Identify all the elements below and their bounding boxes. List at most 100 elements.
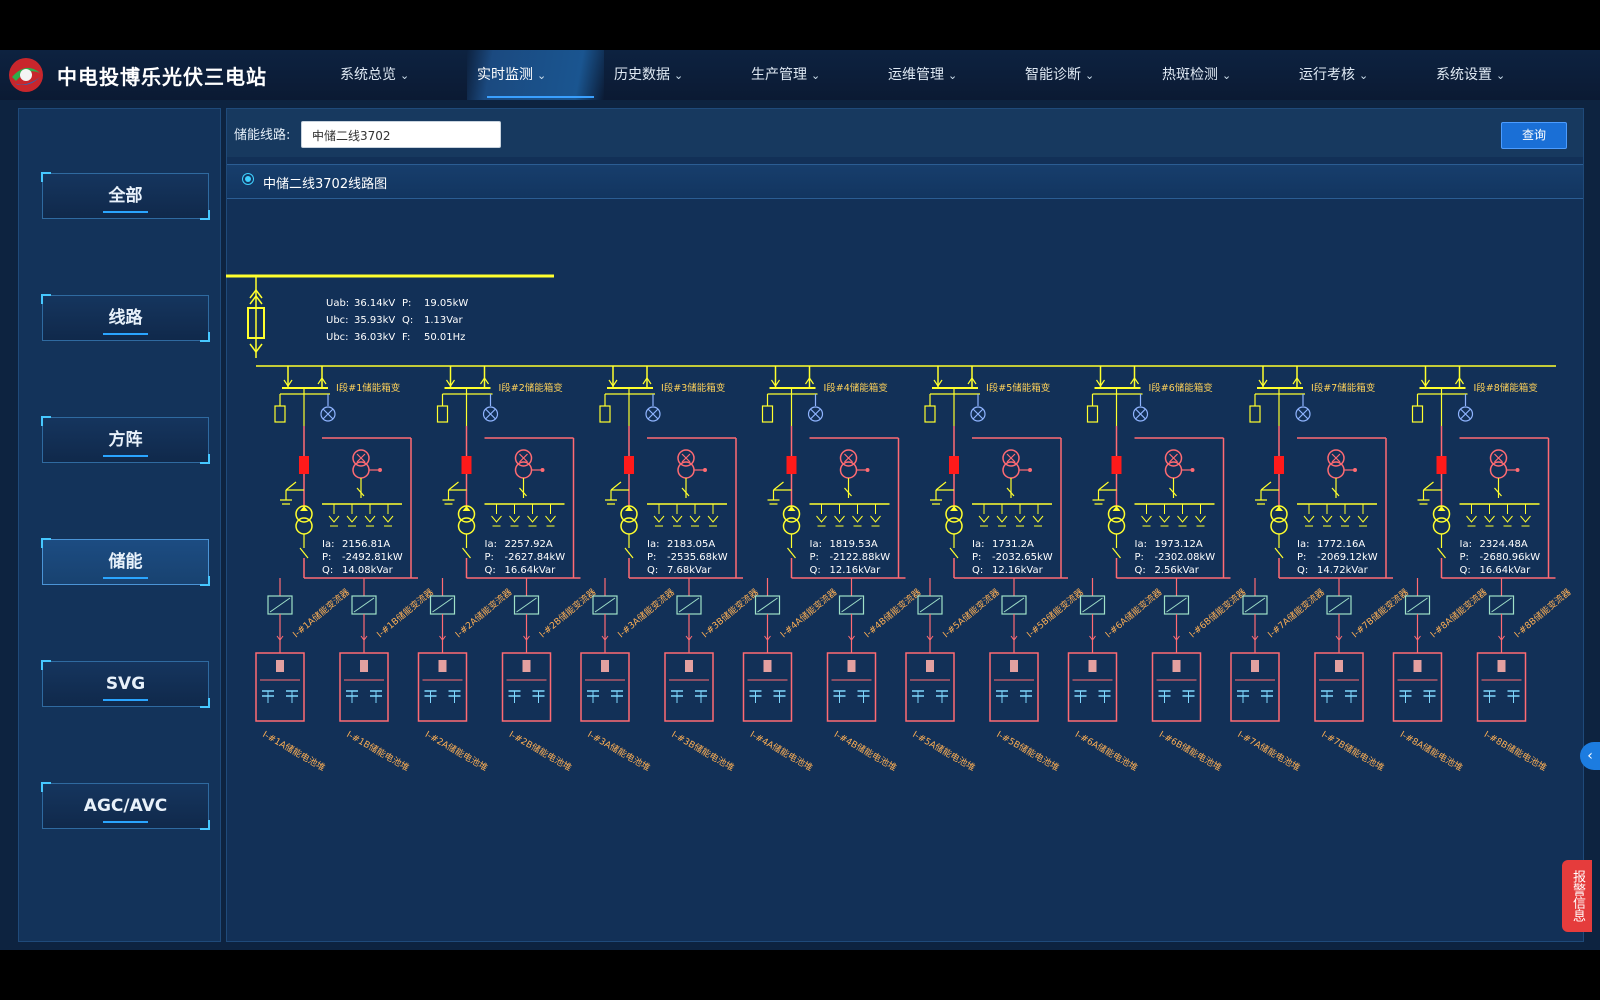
main-meter-value: 36.14kV bbox=[354, 298, 395, 309]
storage-unit-diagram: I段#1储能箱变 Ia: 2156.81A P: -2492.81kW Q: 14.08kV… bbox=[255, 366, 436, 774]
meter-key: P: bbox=[322, 552, 331, 563]
meter-key: P: bbox=[647, 552, 656, 563]
meter-key: Ia: bbox=[810, 539, 822, 550]
q-value: 16.64kVar bbox=[1480, 565, 1532, 576]
transformer-icon bbox=[1270, 517, 1288, 535]
load-icon bbox=[1032, 515, 1044, 527]
meter-key: P: bbox=[1297, 552, 1306, 563]
sidebar-button[interactable]: SVG bbox=[41, 660, 210, 708]
pcs-label: I-#1B储能变流器 bbox=[374, 586, 436, 640]
aux-transformer-icon bbox=[839, 461, 858, 479]
aux-transformer-icon bbox=[1331, 453, 1341, 463]
top-nav-bar: 中电投博乐光伏三电站 系统总览 ⌄ 实时监测 ⌄ 历史数据 ⌄ 生产管理 ⌄ 运维管理 ⌄ 智能诊断… bbox=[0, 50, 1600, 101]
nav-item[interactable]: 智能诊断 ⌄ bbox=[1015, 50, 1152, 100]
battery-label: I-#3A储能电池堆 bbox=[586, 728, 653, 774]
main-nav: 系统总览 ⌄ 实时监测 ⌄ 历史数据 ⌄ 生产管理 ⌄ 运维管理 ⌄ 智能诊断 ⌄ 热斑检测 ⌄ 运行考核 ⌄… bbox=[330, 50, 1563, 100]
nav-item[interactable]: 历史数据 ⌄ bbox=[604, 50, 741, 100]
sidebar-button[interactable]: 储能 bbox=[41, 538, 210, 586]
sidebar-button[interactable]: 方阵 bbox=[41, 416, 210, 464]
sidebar-button[interactable]: 线路 bbox=[41, 294, 210, 342]
pcs-label: I-#2B储能变流器 bbox=[537, 586, 599, 640]
aux-transformer-icon bbox=[1327, 461, 1345, 479]
aux-transformer-icon bbox=[1494, 453, 1503, 463]
load-icon bbox=[1177, 515, 1188, 527]
pcs-icon bbox=[594, 597, 616, 613]
terminal-icon bbox=[540, 468, 545, 472]
storage-unit-diagram: I段#6储能箱变 Ia: 1973.12A P: -2302.08kW Q: 2.56kVa… bbox=[1067, 366, 1248, 774]
ia-value: 2183.05A bbox=[667, 539, 715, 550]
transformer-icon bbox=[1107, 517, 1126, 535]
app-title: 中电投博乐光伏三电站 bbox=[57, 65, 267, 89]
pcs-icon bbox=[1491, 597, 1512, 613]
battery-label: I-#7B储能电池堆 bbox=[1320, 728, 1387, 774]
switch-icon bbox=[1112, 547, 1121, 559]
transformer-icon bbox=[782, 517, 801, 535]
terminal-icon bbox=[865, 468, 870, 472]
battery-disconnect-icon bbox=[926, 660, 934, 672]
p-value: -2680.96kW bbox=[1480, 552, 1541, 563]
arrester-icon bbox=[810, 408, 821, 420]
earth-switch-icon bbox=[605, 481, 622, 505]
nav-item[interactable]: 热斑检测 ⌄ bbox=[1152, 50, 1289, 100]
earth-switch-icon bbox=[930, 481, 947, 505]
nav-item[interactable]: 生产管理 ⌄ bbox=[741, 50, 878, 100]
chevron-down-icon: ⌄ bbox=[1359, 69, 1369, 82]
battery-label: I-#8A储能电池堆 bbox=[1398, 728, 1465, 774]
ia-value: 1731.2A bbox=[992, 539, 1034, 550]
aux-transformer-icon bbox=[1489, 461, 1508, 479]
terminal-icon bbox=[703, 468, 707, 472]
meter-key: Ia: bbox=[485, 539, 497, 550]
main-meter-value: 50.01Hz bbox=[424, 332, 465, 343]
collapse-panel-button[interactable]: ‹ bbox=[1580, 742, 1600, 770]
ia-value: 2156.81A bbox=[342, 539, 390, 550]
transformer-name: I段#2储能箱变 bbox=[499, 382, 564, 394]
nav-item[interactable]: 系统设置 ⌄ bbox=[1426, 50, 1563, 100]
transformer-name: I段#8储能箱变 bbox=[1474, 382, 1539, 394]
sidebar-button[interactable]: 全部 bbox=[41, 172, 210, 220]
load-icon bbox=[1357, 515, 1369, 527]
pcs-icon bbox=[1328, 597, 1350, 613]
pcs-icon bbox=[353, 597, 375, 613]
nav-item[interactable]: 运维管理 ⌄ bbox=[878, 50, 1015, 100]
main-meter-key: F: bbox=[402, 332, 410, 343]
alarm-info-tab[interactable]: 报警信息 bbox=[1562, 860, 1592, 932]
nav-item[interactable]: 系统总览 ⌄ bbox=[330, 50, 467, 100]
arrester-icon bbox=[322, 408, 334, 420]
nav-item[interactable]: 运行考核 ⌄ bbox=[1289, 50, 1426, 100]
load-icon bbox=[1502, 515, 1513, 527]
load-icon bbox=[653, 515, 665, 527]
battery-disconnect-icon bbox=[1413, 660, 1422, 672]
load-icon bbox=[491, 515, 502, 527]
pcs-label: I-#8B储能变流器 bbox=[1512, 586, 1574, 640]
switch-icon bbox=[1274, 547, 1284, 559]
transformer-name: I段#1储能箱变 bbox=[336, 382, 401, 394]
ia-value: 2257.92A bbox=[505, 539, 553, 550]
chevron-down-icon: ⌄ bbox=[400, 69, 410, 82]
battery-label: I-#2B储能电池堆 bbox=[507, 728, 574, 774]
storage-unit-diagram: I段#2储能箱变 Ia: 2257.92A P: -2627.84kW Q: 16.64kV… bbox=[417, 366, 599, 774]
switch-icon bbox=[462, 547, 471, 559]
terminal-icon bbox=[378, 468, 382, 472]
chevron-down-icon: ⌄ bbox=[537, 69, 547, 82]
load-icon bbox=[1014, 515, 1026, 527]
breaker-icon bbox=[786, 456, 797, 474]
nav-item-label: 实时监测 bbox=[477, 67, 533, 83]
arrester-icon bbox=[1460, 408, 1471, 420]
meter-key: Q: bbox=[485, 565, 496, 576]
nav-item[interactable]: 实时监测 ⌄ bbox=[467, 50, 604, 100]
nav-item-label: 历史数据 bbox=[614, 67, 670, 83]
aux-transformer-icon bbox=[514, 461, 533, 479]
pcs-icon bbox=[919, 597, 941, 613]
switch-icon bbox=[787, 547, 796, 559]
nav-item-label: 运维管理 bbox=[888, 67, 944, 83]
load-icon bbox=[996, 515, 1008, 527]
underline-decoration bbox=[103, 577, 148, 579]
q-value: 2.56kVar bbox=[1155, 565, 1200, 576]
pcs-label: I-#8A储能变流器 bbox=[1428, 586, 1490, 640]
terminal-icon bbox=[1353, 468, 1357, 472]
battery-disconnect-icon bbox=[1010, 660, 1018, 672]
load-icon bbox=[1339, 515, 1351, 527]
load-icon bbox=[852, 515, 863, 527]
sidebar-button[interactable]: AGC/AVC bbox=[41, 782, 210, 830]
arrester-icon bbox=[972, 408, 984, 420]
